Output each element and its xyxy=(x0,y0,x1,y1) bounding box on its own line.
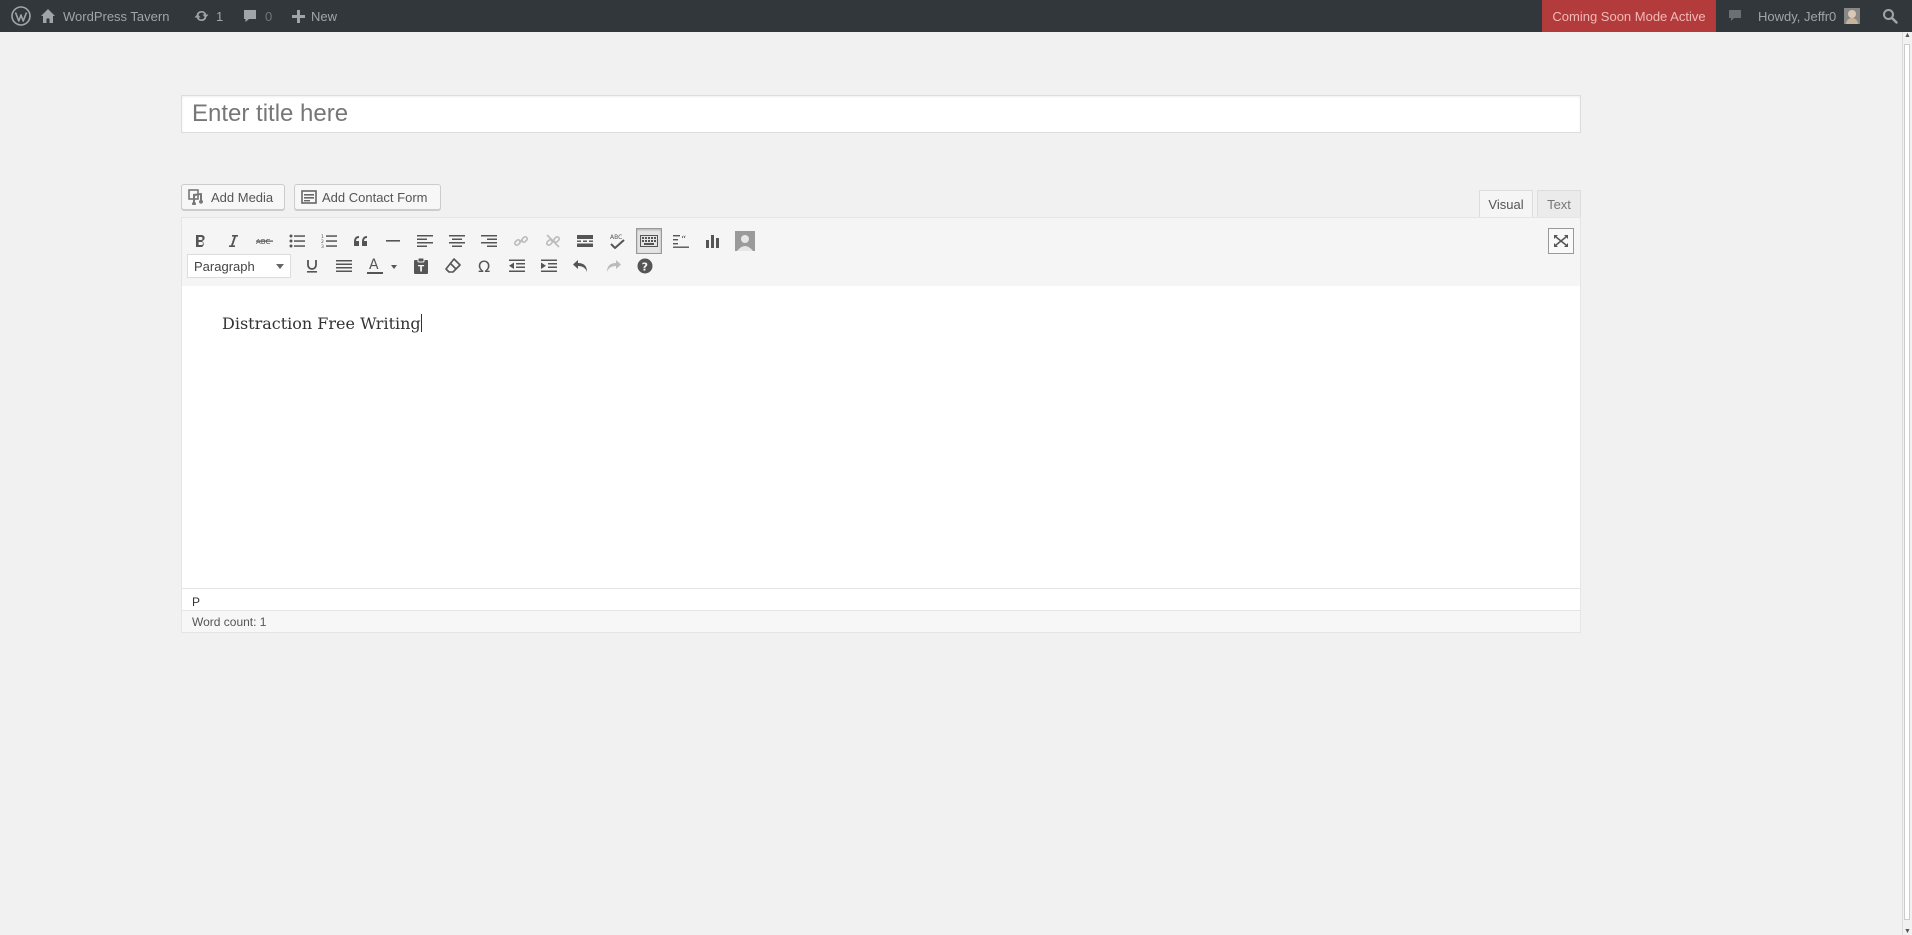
admin-bar-account[interactable]: Howdy, Jeffr0 xyxy=(1758,0,1861,32)
howdy-label: Howdy, Jeffr0 xyxy=(1758,8,1837,24)
site-name: WordPress Tavern xyxy=(63,8,170,24)
editor-toolbar: ABC 123 ABC “ Paragraph A T Ω ? xyxy=(182,218,1580,287)
read-more-icon[interactable] xyxy=(572,228,598,254)
updates-icon xyxy=(194,10,209,22)
add-media-label: Add Media xyxy=(211,189,274,205)
justify-icon[interactable] xyxy=(331,253,357,279)
add-contact-form-button[interactable]: Add Contact Form xyxy=(294,184,441,210)
numbered-list-icon[interactable]: 123 xyxy=(316,228,342,254)
paste-as-text-icon[interactable]: T xyxy=(408,253,434,279)
scrollbar-thumb[interactable] xyxy=(1904,44,1910,920)
underline-icon[interactable] xyxy=(299,253,325,279)
horizontal-line-icon[interactable] xyxy=(380,228,406,254)
comments-count: 0 xyxy=(265,8,273,24)
contact-form-icon xyxy=(301,190,317,204)
post-title-input[interactable] xyxy=(181,95,1581,133)
italic-icon[interactable] xyxy=(220,228,246,254)
svg-text:ABC: ABC xyxy=(610,234,622,241)
clear-formatting-icon[interactable] xyxy=(440,253,466,279)
redo-icon[interactable] xyxy=(600,253,626,279)
toolbar-toggle-icon[interactable] xyxy=(636,228,662,254)
notification-icon[interactable] xyxy=(1722,0,1748,32)
editor-paragraph[interactable]: Distraction Free Writing xyxy=(222,314,422,333)
undo-icon[interactable] xyxy=(568,253,594,279)
svg-text:ABC: ABC xyxy=(256,238,270,246)
svg-text:“: “ xyxy=(681,235,686,246)
bulleted-list-icon[interactable] xyxy=(284,228,310,254)
page-scrollbar[interactable]: ▲ ▼ xyxy=(1902,32,1912,935)
scroll-down-icon[interactable]: ▼ xyxy=(1904,928,1911,935)
admin-bar-updates[interactable]: 1 xyxy=(193,0,223,32)
editor-status-bar: Word count: 1 xyxy=(182,610,1580,632)
text-cursor xyxy=(420,314,422,332)
format-select[interactable]: Paragraph xyxy=(187,254,291,278)
indent-icon[interactable] xyxy=(536,253,562,279)
svg-text:T: T xyxy=(418,265,425,275)
outdent-icon[interactable] xyxy=(504,253,530,279)
admin-bar: WordPress Tavern 1 0 New Coming Soon Mod… xyxy=(0,0,1912,32)
user-image-icon[interactable] xyxy=(732,228,758,254)
admin-bar-site-link[interactable]: WordPress Tavern xyxy=(40,0,169,32)
search-icon[interactable] xyxy=(1876,0,1904,32)
blockquote-icon[interactable] xyxy=(348,228,374,254)
avatar xyxy=(1844,8,1861,24)
comment-icon xyxy=(244,10,256,22)
remove-link-icon[interactable] xyxy=(540,228,566,254)
spellcheck-icon[interactable]: ABC xyxy=(604,228,630,254)
editor-content-area[interactable]: Distraction Free Writing xyxy=(182,286,1580,588)
text-color-icon[interactable]: A xyxy=(363,253,403,279)
strikethrough-icon[interactable]: ABC xyxy=(252,228,278,254)
help-icon[interactable]: ? xyxy=(632,253,658,279)
new-label: New xyxy=(311,8,338,24)
svg-text:Ω: Ω xyxy=(478,258,490,274)
svg-text:3: 3 xyxy=(321,244,324,248)
svg-text:?: ? xyxy=(642,261,648,274)
chevron-down-icon xyxy=(276,264,284,269)
tab-visual[interactable]: Visual xyxy=(1479,190,1533,218)
word-count: Word count: 1 xyxy=(192,615,267,629)
admin-bar-new[interactable]: New xyxy=(292,0,337,32)
editor-paragraph-text: Distraction Free Writing xyxy=(222,314,421,333)
pullquote-icon[interactable]: “ xyxy=(668,228,694,254)
plus-icon xyxy=(292,9,305,23)
format-select-value: Paragraph xyxy=(194,258,255,274)
element-path-tag[interactable]: P xyxy=(192,595,200,609)
chart-icon[interactable] xyxy=(700,228,726,254)
align-left-icon[interactable] xyxy=(412,228,438,254)
add-media-button[interactable]: Add Media xyxy=(181,184,285,210)
admin-bar-comments[interactable]: 0 xyxy=(242,0,272,32)
post-editor: ABC 123 ABC “ Paragraph A T Ω ? Distract… xyxy=(181,217,1581,633)
bold-icon[interactable] xyxy=(188,228,214,254)
align-center-icon[interactable] xyxy=(444,228,470,254)
element-path[interactable]: P xyxy=(182,588,1580,610)
home-icon xyxy=(41,9,55,23)
insert-link-icon[interactable] xyxy=(508,228,534,254)
wordpress-logo-icon[interactable] xyxy=(6,0,36,32)
align-right-icon[interactable] xyxy=(476,228,502,254)
scroll-up-icon[interactable]: ▲ xyxy=(1904,32,1911,39)
updates-count: 1 xyxy=(216,8,224,24)
add-contact-form-label: Add Contact Form xyxy=(322,189,428,205)
coming-soon-badge[interactable]: Coming Soon Mode Active xyxy=(1542,0,1716,32)
fullscreen-icon[interactable] xyxy=(1548,228,1574,254)
tab-text[interactable]: Text xyxy=(1537,190,1581,218)
media-icon xyxy=(188,189,203,205)
special-character-icon[interactable]: Ω xyxy=(472,253,498,279)
svg-text:A: A xyxy=(369,257,379,273)
